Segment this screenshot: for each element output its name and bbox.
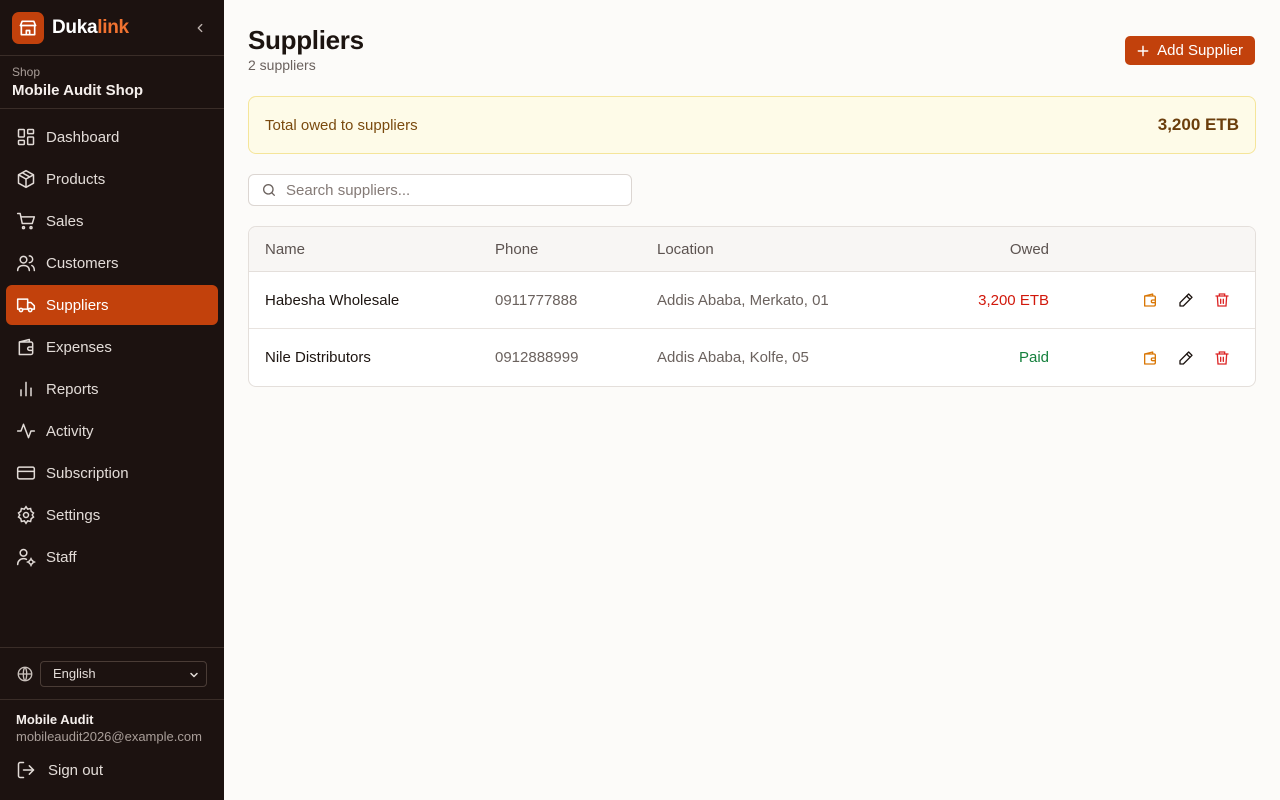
- sidebar-item-sales[interactable]: Sales: [6, 201, 218, 241]
- header-name: Name: [265, 240, 306, 258]
- header-owed: Owed: [1009, 240, 1049, 258]
- brand-header: Dukalink: [0, 0, 224, 56]
- suppliers-table: Name Phone Location Owed Habesha Wholesa…: [248, 226, 1256, 387]
- sidebar-item-label: Subscription: [46, 464, 129, 482]
- sidebar-item-label: Dashboard: [46, 128, 120, 146]
- total-owed-label: Total owed to suppliers: [265, 116, 418, 134]
- brand-name-part1: Duka: [52, 16, 98, 38]
- gear-icon: [16, 505, 36, 525]
- header-location: Location: [657, 240, 714, 258]
- collapse-sidebar-button[interactable]: [190, 18, 210, 38]
- supplier-phone: 0911777888: [495, 291, 578, 309]
- row-actions: [1123, 349, 1231, 367]
- package-icon: [16, 169, 36, 189]
- bar-chart-icon: [16, 379, 36, 399]
- sidebar-item-suppliers[interactable]: Suppliers: [6, 285, 218, 325]
- supplier-location: Addis Ababa, Merkato, 01: [657, 291, 829, 309]
- cart-icon: [16, 211, 36, 231]
- supplier-name: Nile Distributors: [265, 349, 371, 366]
- add-supplier-button[interactable]: Add Supplier: [1125, 36, 1255, 65]
- sidebar-item-label: Sales: [46, 212, 84, 230]
- sidebar-item-label: Customers: [46, 254, 119, 272]
- sidebar-item-dashboard[interactable]: Dashboard: [6, 117, 218, 157]
- sign-out-label: Sign out: [48, 761, 104, 779]
- delete-button[interactable]: [1213, 291, 1231, 309]
- page-title: Suppliers: [248, 25, 364, 55]
- user-info: Mobile Audit mobileaudit2026@example.com: [16, 712, 202, 744]
- user-cog-icon: [16, 547, 36, 567]
- sidebar-item-label: Expenses: [46, 338, 112, 356]
- activity-icon: [16, 421, 36, 441]
- wallet-icon: [1144, 350, 1156, 365]
- total-owed-banner: Total owed to suppliers 3,200 ETB: [248, 96, 1256, 154]
- sidebar-item-label: Settings: [46, 506, 101, 524]
- sidebar-item-reports[interactable]: Reports: [6, 369, 218, 409]
- brand-name: Dukalink: [52, 17, 129, 39]
- sidebar: Dukalink Shop Mobile Audit Shop Dashboar…: [0, 0, 224, 800]
- table-row: Habesha Wholesale 0911777888 Addis Ababa…: [249, 272, 1255, 329]
- chevron-down-icon: [188, 669, 200, 684]
- header-phone: Phone: [495, 240, 539, 258]
- search-box: [248, 174, 632, 206]
- plus-icon: [1135, 43, 1151, 59]
- store-logo-icon: [12, 11, 44, 44]
- shop-label: Shop: [12, 65, 41, 79]
- table-header: Name Phone Location Owed: [249, 227, 1255, 272]
- supplier-location: Addis Ababa, Kolfe, 05: [657, 349, 809, 366]
- brand-name-part2: link: [97, 16, 129, 38]
- user-name: Mobile Audit: [16, 712, 94, 727]
- total-owed-value: 3,200 ETB: [1157, 115, 1239, 134]
- trash-icon: [1215, 293, 1229, 307]
- language-selected: English: [53, 666, 96, 681]
- record-payment-button[interactable]: [1141, 349, 1159, 367]
- language-select[interactable]: English: [40, 660, 207, 687]
- user-email: mobileaudit2026@example.com: [16, 729, 202, 744]
- page-subtitle: 2 suppliers: [248, 57, 316, 73]
- shop-name: Mobile Audit Shop: [12, 82, 144, 99]
- trash-icon: [1215, 350, 1229, 365]
- shop-info: Shop Mobile Audit Shop: [0, 56, 224, 109]
- search-icon: [261, 182, 277, 198]
- supplier-phone: 0912888999: [495, 349, 579, 366]
- sidebar-item-subscription[interactable]: Subscription: [6, 453, 218, 493]
- wallet-icon: [1144, 293, 1156, 307]
- edit-button[interactable]: [1177, 349, 1195, 367]
- globe-icon: [16, 665, 34, 683]
- pencil-icon: [1179, 293, 1193, 307]
- sidebar-item-settings[interactable]: Settings: [6, 495, 218, 535]
- sidebar-item-products[interactable]: Products: [6, 159, 218, 199]
- supplier-owed: Paid: [1018, 349, 1049, 366]
- sidebar-item-activity[interactable]: Activity: [6, 411, 218, 451]
- sidebar-item-label: Staff: [46, 548, 77, 566]
- add-supplier-label: Add Supplier: [1157, 42, 1243, 59]
- sidebar-item-label: Products: [46, 170, 106, 188]
- credit-card-icon: [16, 463, 36, 483]
- table-row: Nile Distributors 0912888999 Addis Ababa…: [249, 329, 1255, 386]
- sidebar-nav: Dashboard Products Sales Customers Suppl…: [0, 109, 224, 577]
- users-icon: [16, 253, 36, 273]
- sidebar-item-expenses[interactable]: Expenses: [6, 327, 218, 367]
- dashboard-icon: [16, 127, 36, 147]
- sidebar-item-label: Suppliers: [46, 296, 109, 314]
- sidebar-item-staff[interactable]: Staff: [6, 537, 218, 577]
- chevron-left-icon: [197, 23, 203, 33]
- edit-button[interactable]: [1177, 291, 1195, 309]
- supplier-owed: 3,200 ETB: [978, 291, 1049, 309]
- language-row: English: [0, 647, 224, 700]
- sidebar-item-label: Reports: [46, 380, 99, 398]
- log-out-icon: [16, 760, 36, 780]
- pencil-icon: [1179, 350, 1193, 365]
- row-actions: [1123, 291, 1231, 309]
- sign-out-button[interactable]: Sign out: [16, 760, 103, 780]
- truck-icon: [16, 295, 36, 315]
- sidebar-item-label: Activity: [46, 422, 94, 440]
- delete-button[interactable]: [1213, 349, 1231, 367]
- record-payment-button[interactable]: [1141, 291, 1159, 309]
- sidebar-item-customers[interactable]: Customers: [6, 243, 218, 283]
- wallet-icon: [16, 337, 36, 357]
- supplier-name: Habesha Wholesale: [265, 291, 400, 309]
- search-input[interactable]: [286, 181, 616, 199]
